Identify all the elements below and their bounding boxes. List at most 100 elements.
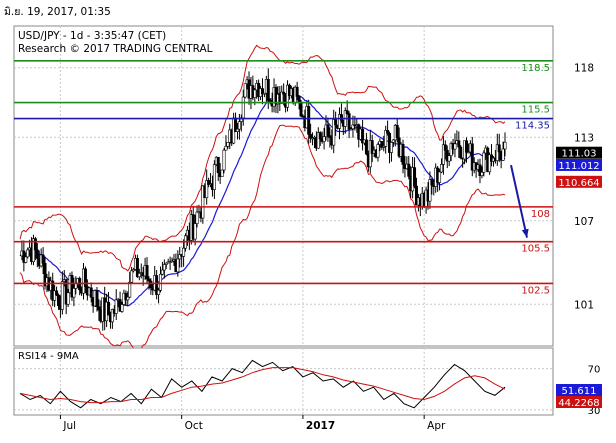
candle-body [120, 304, 124, 312]
candle-body [66, 292, 70, 305]
time-tick-label: Jul [62, 420, 76, 432]
candle-body [149, 280, 153, 289]
candle-body [438, 171, 442, 183]
candle-body [182, 247, 186, 257]
candle-body [389, 142, 393, 153]
candle-body [457, 140, 461, 148]
time-tick-label: Apr [427, 420, 446, 432]
candle-body [160, 269, 164, 275]
candle-body [128, 281, 132, 298]
candle-body [41, 254, 45, 264]
copyright-text: Research © 2017 TRADING CENTRAL [18, 43, 213, 55]
candle-body [193, 223, 197, 240]
price-tick-label: 107 [574, 216, 594, 228]
rsi-panel-frame [13, 347, 554, 416]
price-tag-label: 111.012 [558, 161, 599, 172]
candle-body [480, 171, 484, 176]
candle-body [334, 119, 338, 126]
candle-body [241, 96, 245, 119]
timestamp: มิ.ย. 19, 2017, 01:35 [4, 6, 111, 18]
candle-body [322, 136, 326, 142]
level-label: 102.5 [521, 285, 550, 296]
candle-body [157, 289, 161, 295]
level-label: 105.5 [521, 244, 550, 255]
time-axis: Jul Oct 2017 Apr [59, 415, 446, 432]
candle-body [195, 211, 199, 224]
rsi-tick-label: 70 [588, 365, 601, 376]
candle-body [266, 79, 270, 101]
candle-body [501, 148, 505, 161]
price-panel: 118.5 115.5 114.35 108 105.5 102.5 USD/JPY - … [13, 25, 554, 352]
candle-body [107, 301, 111, 316]
candle-body [307, 106, 311, 135]
candle-body [253, 89, 257, 98]
candle-body [226, 141, 230, 147]
candle-body [482, 152, 486, 173]
candle-body [459, 146, 463, 159]
candle-body [220, 169, 224, 177]
candle-body [237, 121, 241, 130]
candle-body [243, 83, 247, 98]
candle-body [26, 249, 30, 258]
level-label: 108 [531, 209, 550, 220]
candle-body [395, 124, 399, 139]
candle-body [97, 306, 101, 311]
usdjpy-chart: มิ.ย. 19, 2017, 01:35 118.5 115.5 114.35 10… [0, 0, 616, 432]
candle-body [176, 258, 180, 273]
candle-body [497, 144, 501, 153]
candle-body [89, 287, 93, 298]
candle-body [465, 140, 469, 153]
candle-body [216, 156, 220, 173]
rsi-axis: 307051.61144.2268 [556, 365, 602, 417]
candle-body [145, 265, 149, 280]
rsi-tag-label: 44.2268 [558, 398, 599, 409]
time-tick-label: Oct [185, 420, 203, 432]
candle-body [391, 139, 395, 143]
candle-body [60, 281, 64, 310]
price-tag-label: 111.03 [562, 149, 597, 160]
candle-body [147, 278, 151, 282]
rsi-tag-label: 51.611 [562, 386, 597, 397]
candle-body [503, 141, 507, 150]
candle-body [413, 167, 417, 187]
candle-body [347, 113, 351, 130]
candle-body [35, 249, 39, 259]
candle-body [224, 146, 228, 151]
price-tick-label: 113 [574, 132, 594, 144]
candle-body [299, 101, 303, 117]
candle-body [24, 256, 28, 263]
candle-body [222, 149, 226, 171]
candle-body [95, 290, 99, 308]
price-tick-label: 118 [574, 63, 594, 75]
candle-body [297, 96, 301, 103]
rsi-title: RSI14 - 9MA [18, 351, 79, 362]
level-label: 114.35 [515, 121, 550, 132]
candle-body [55, 290, 59, 296]
candle-body [295, 86, 299, 97]
candle-body [443, 144, 447, 151]
candle-body [401, 143, 405, 165]
price-tick-label: 101 [574, 299, 594, 311]
rsi-panel: RSI14 - 9MA [13, 347, 554, 416]
candle-body [162, 264, 166, 271]
level-label: 115.5 [521, 105, 550, 116]
candle-body [282, 91, 286, 95]
level-label: 118.5 [521, 63, 550, 74]
candle-body [126, 296, 130, 301]
candle-body [447, 155, 451, 162]
candle-body [345, 110, 349, 114]
instrument-title: USD/JPY - 1d - 3:35:47 (CET) [18, 30, 166, 42]
candle-body [439, 164, 443, 173]
candle-body [114, 299, 118, 314]
candle-body [339, 114, 343, 121]
candle-body [72, 288, 76, 298]
candle-body [453, 143, 457, 150]
price-axis: 101 107 113 118 111.03111.012 110.664 [556, 63, 602, 311]
candle-body [56, 294, 60, 306]
time-tick-label: 2017 [306, 420, 335, 432]
candle-body [130, 270, 134, 283]
candle-body [158, 273, 162, 291]
candle-body [364, 139, 368, 155]
price-tag-label: 110.664 [558, 178, 599, 189]
candle-body [212, 164, 216, 190]
